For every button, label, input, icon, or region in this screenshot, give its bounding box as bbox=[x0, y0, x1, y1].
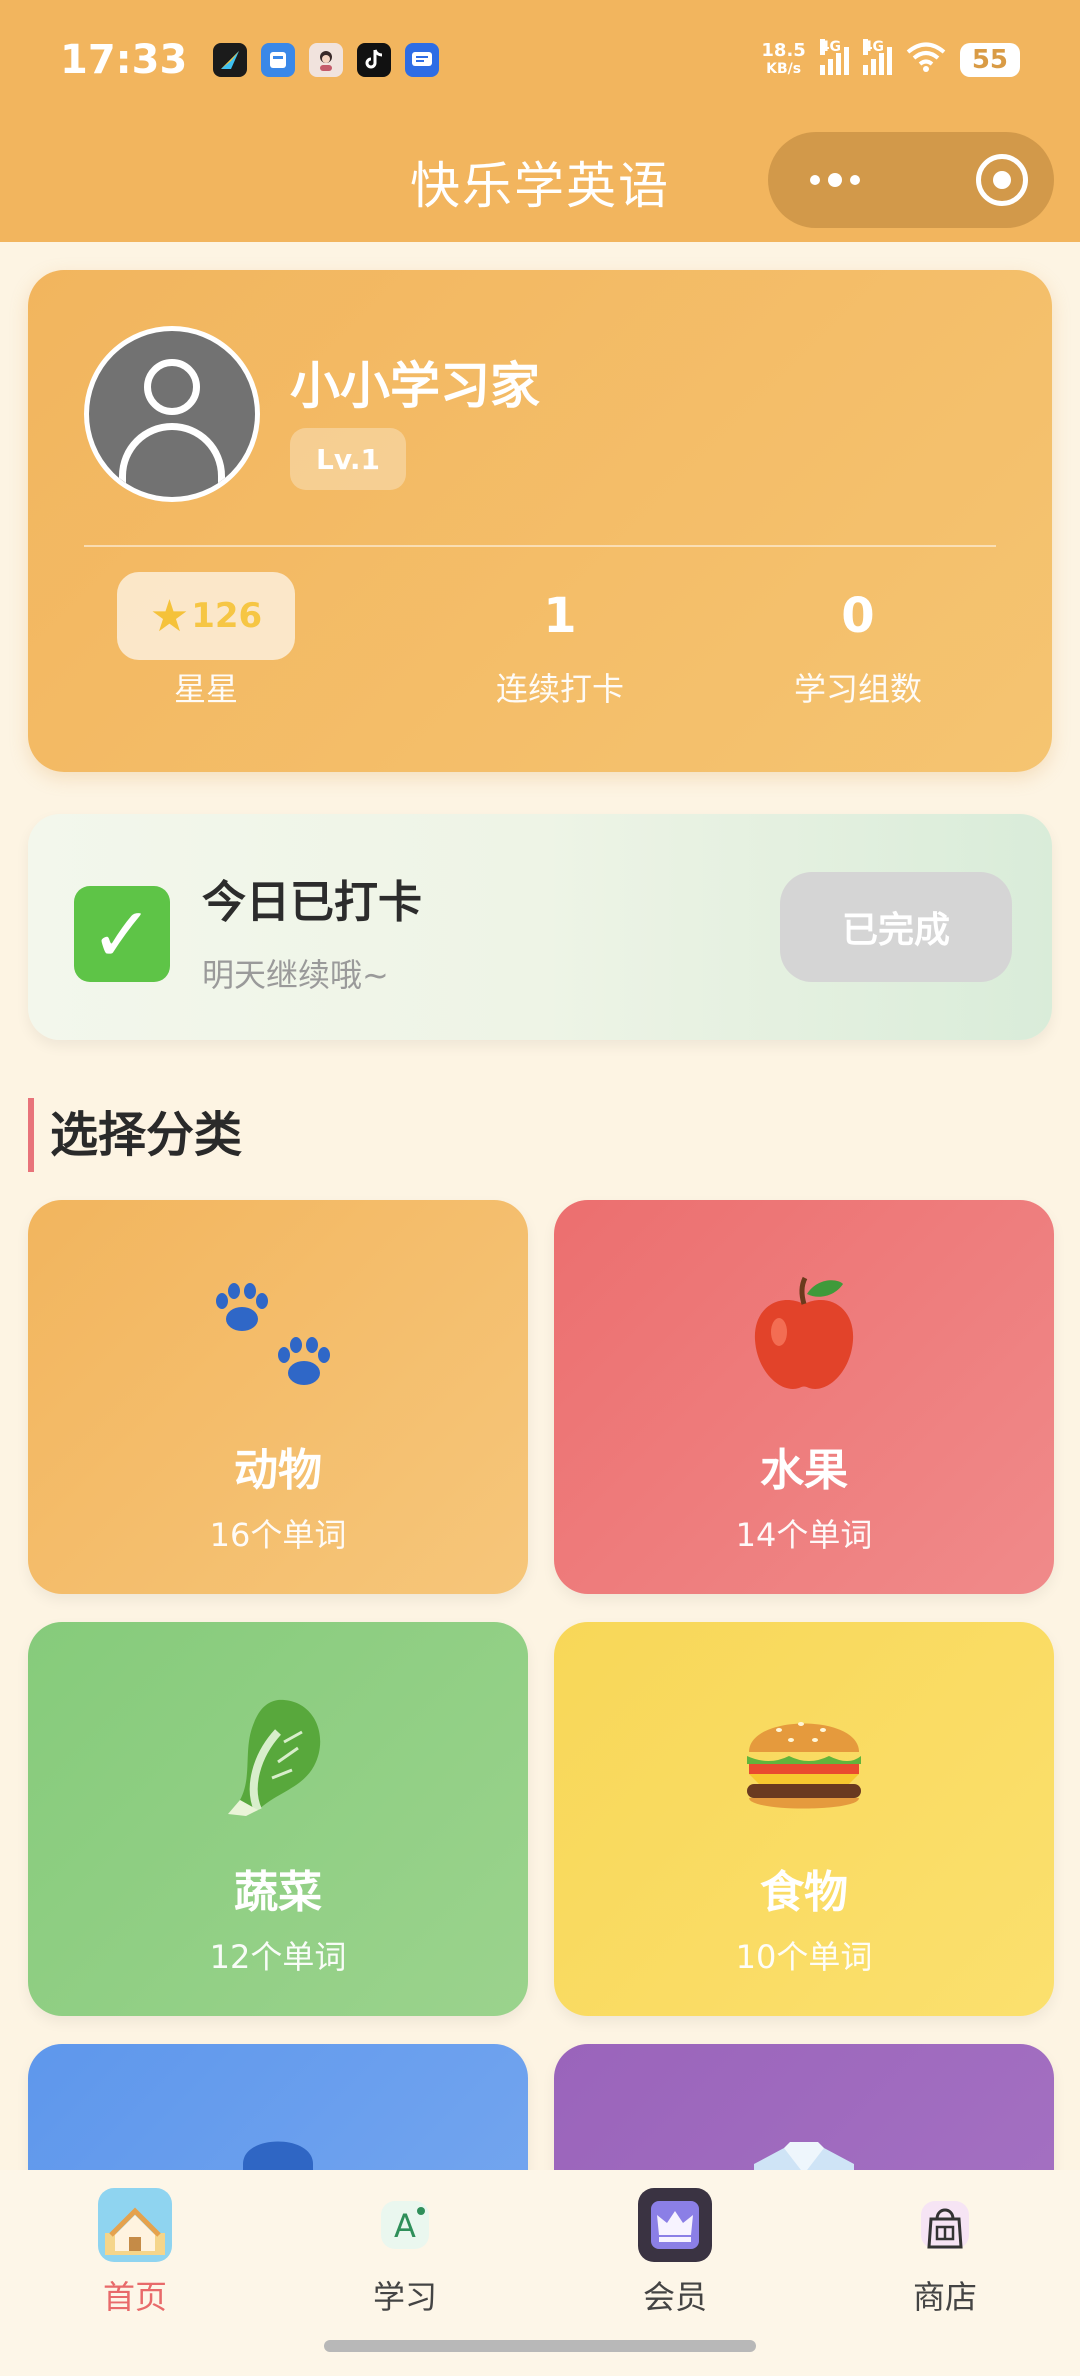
mini-program-capsule bbox=[768, 132, 1054, 228]
tab-vip[interactable]: 会员 bbox=[575, 2188, 775, 2318]
status-time: 17:33 bbox=[60, 37, 188, 83]
tab-study[interactable]: A 学习 bbox=[305, 2188, 505, 2318]
category-count: 10个单词 bbox=[735, 1938, 873, 1976]
battery-indicator: 55 bbox=[959, 43, 1020, 77]
study-icon: A bbox=[368, 2188, 442, 2262]
network-speed-value: 18.5 bbox=[761, 40, 806, 61]
top-bar: 17:33 18.5 KB/s 4G 4G 55 快乐学英语 bbox=[0, 0, 1080, 242]
app-icon-2 bbox=[261, 43, 296, 77]
profile-divider bbox=[84, 545, 996, 547]
section-title: 选择分类 bbox=[28, 1098, 242, 1172]
category-card-food[interactable]: 食物 10个单词 bbox=[554, 1622, 1054, 2016]
paw-icon bbox=[28, 1270, 528, 1400]
target-circle-icon[interactable] bbox=[976, 154, 1028, 206]
checkin-title: 今日已打卡 bbox=[202, 877, 422, 928]
username: 小小学习家 bbox=[290, 357, 540, 415]
groups-value: 0 bbox=[841, 588, 875, 644]
status-right: 18.5 KB/s 4G 4G 55 bbox=[761, 39, 1020, 79]
stat-stars: ★ 126 星星 bbox=[116, 572, 296, 710]
svg-text:A: A bbox=[394, 2207, 416, 2245]
category-count: 16个单词 bbox=[209, 1516, 347, 1554]
checkin-subtitle: 明天继续哦~ bbox=[202, 956, 389, 994]
title-bar: 快乐学英语 bbox=[0, 120, 1080, 242]
tab-home[interactable]: 首页 bbox=[35, 2188, 235, 2318]
stars-value: 126 bbox=[191, 596, 263, 636]
completed-button[interactable]: 已完成 bbox=[780, 872, 1012, 982]
apple-icon bbox=[554, 1270, 1054, 1400]
tab-label: 会员 bbox=[642, 2278, 707, 2316]
tab-label: 首页 bbox=[102, 2278, 167, 2316]
network-speed-unit: KB/s bbox=[766, 61, 802, 77]
category-name: 蔬菜 bbox=[234, 1867, 322, 1918]
status-bar: 17:33 18.5 KB/s 4G 4G 55 bbox=[0, 0, 1080, 120]
stat-groups: 0 学习组数 bbox=[748, 572, 968, 710]
tab-shop[interactable]: 商店 bbox=[845, 2188, 1045, 2318]
category-card-animals[interactable]: 动物 16个单词 bbox=[28, 1200, 528, 1594]
app-icon-1 bbox=[213, 43, 248, 77]
signal-2-label: 4G bbox=[862, 39, 885, 55]
category-count: 12个单词 bbox=[209, 1938, 347, 1976]
tab-label: 商店 bbox=[912, 2278, 977, 2316]
signal-icon-1: 4G bbox=[819, 39, 849, 75]
signal-1-label: 4G bbox=[819, 39, 842, 55]
status-left: 17:33 bbox=[60, 37, 440, 83]
burger-icon bbox=[554, 1692, 1054, 1822]
category-card-fruits[interactable]: 水果 14个单词 bbox=[554, 1200, 1054, 1594]
tab-label: 学习 bbox=[372, 2278, 437, 2316]
app-icon-3 bbox=[309, 43, 344, 77]
category-name: 动物 bbox=[234, 1445, 322, 1496]
stars-pill: ★ 126 bbox=[117, 572, 295, 660]
streak-value: 1 bbox=[543, 588, 577, 644]
category-count: 14个单词 bbox=[735, 1516, 873, 1554]
avatar[interactable] bbox=[84, 326, 260, 502]
checkmark-icon: ✓ bbox=[74, 886, 170, 982]
wifi-icon bbox=[906, 41, 946, 79]
checkin-card: ✓ 今日已打卡 明天继续哦~ 已完成 bbox=[28, 814, 1052, 1040]
stat-streak: 1 连续打卡 bbox=[460, 572, 660, 710]
category-name: 食物 bbox=[760, 1867, 848, 1918]
network-speed: 18.5 KB/s bbox=[761, 42, 805, 78]
tiktok-icon bbox=[357, 43, 392, 77]
more-dots-icon[interactable] bbox=[810, 173, 860, 187]
category-name: 水果 bbox=[760, 1445, 848, 1496]
category-card-vegetables[interactable]: 蔬菜 12个单词 bbox=[28, 1622, 528, 2016]
profile-card: 小小学习家 Lv.1 ★ 126 星星 1 连续打卡 0 学习组数 bbox=[28, 270, 1052, 772]
cabbage-icon bbox=[28, 1692, 528, 1822]
app-icon-5 bbox=[405, 43, 440, 77]
star-icon: ★ bbox=[149, 590, 190, 642]
level-badge: Lv.1 bbox=[290, 428, 406, 490]
crown-icon bbox=[638, 2188, 712, 2262]
home-indicator[interactable] bbox=[324, 2340, 756, 2352]
signal-icon-2: 4G bbox=[862, 39, 892, 75]
groups-label: 学习组数 bbox=[793, 670, 922, 708]
shop-bag-icon bbox=[908, 2188, 982, 2262]
stars-label: 星星 bbox=[173, 670, 238, 708]
home-icon bbox=[98, 2188, 172, 2262]
streak-label: 连续打卡 bbox=[495, 670, 624, 708]
